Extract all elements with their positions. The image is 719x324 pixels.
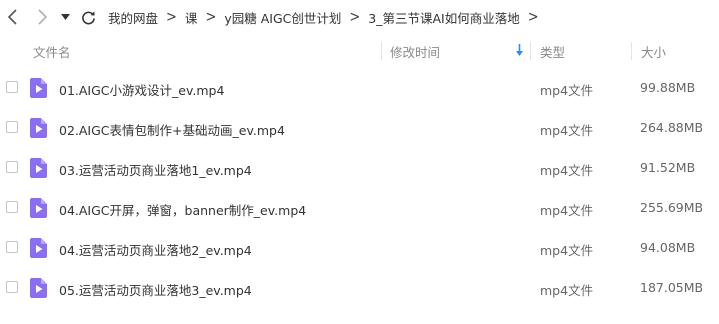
file-name[interactable]: 04.AIGC开屏，弹窗，banner制作_ev.mp4 [59,200,306,219]
file-name[interactable]: 03.运营活动页商业落地1_ev.mp4 [59,160,252,179]
row-checkbox[interactable] [6,281,18,293]
breadcrumb-separator-icon: > [205,8,217,26]
file-name[interactable]: 01.AIGC小游戏设计_ev.mp4 [59,80,224,99]
column-header-size[interactable]: 大小 [641,42,666,61]
column-divider[interactable] [381,42,382,60]
file-row[interactable]: 02.AIGC表情包制作+基础动画_ev.mp4 mp4文件 264.88MB [0,108,719,148]
column-header-name[interactable]: 文件名 [33,42,71,61]
file-row[interactable]: 01.AIGC小游戏设计_ev.mp4 mp4文件 99.88MB [0,68,719,108]
file-size: 255.69MB [640,200,704,215]
breadcrumb-separator-icon: > [527,8,539,26]
refresh-icon [81,10,95,24]
file-name[interactable]: 04.运营活动页商业落地2_ev.mp4 [59,240,252,259]
video-file-icon [30,278,47,298]
video-file-icon [30,78,47,98]
file-list: 01.AIGC小游戏设计_ev.mp4 mp4文件 99.88MB 02.AIG… [0,68,719,308]
breadcrumb-item-lesson-3[interactable]: 3_第三节课AI如何商业落地 [368,8,519,27]
file-type: mp4文件 [540,123,594,138]
video-file-icon [30,198,47,218]
row-checkbox[interactable] [6,81,18,93]
file-size: 264.88MB [640,120,704,135]
back-button[interactable] [3,7,23,27]
toolbar: 我的网盘 > 课 > y园糖 AIGC创世计划 > 3_第三节课AI如何商业落地… [0,0,719,34]
file-size: 187.05MB [640,280,704,295]
file-row[interactable]: 04.AIGC开屏，弹窗，banner制作_ev.mp4 mp4文件 255.6… [0,188,719,228]
file-size: 99.88MB [640,80,696,95]
breadcrumb: 我的网盘 > 课 > y园糖 AIGC创世计划 > 3_第三节课AI如何商业落地… [108,8,547,27]
file-list-header: 文件名 修改时间 类型 大小 [0,34,719,68]
refresh-button[interactable] [78,7,98,27]
file-type: mp4文件 [540,283,594,298]
file-row[interactable]: 05.运营活动页商业落地3_ev.mp4 mp4文件 187.05MB [0,268,719,308]
file-type: mp4文件 [540,163,594,178]
breadcrumb-item-aigc-plan[interactable]: y园糖 AIGC创世计划 [224,8,341,27]
video-file-icon [30,238,47,258]
chevron-left-icon [7,9,17,25]
chevron-right-icon [38,9,48,25]
forward-button[interactable] [32,7,52,27]
column-divider[interactable] [631,42,632,60]
sort-descending-icon[interactable] [515,44,524,56]
row-checkbox[interactable] [6,121,18,133]
file-name[interactable]: 02.AIGC表情包制作+基础动画_ev.mp4 [59,120,285,139]
column-header-modified[interactable]: 修改时间 [390,42,440,61]
breadcrumb-item-course[interactable]: 课 [185,8,198,27]
column-divider[interactable] [530,42,531,60]
file-type: mp4文件 [540,83,594,98]
file-row[interactable]: 03.运营活动页商业落地1_ev.mp4 mp4文件 91.52MB [0,148,719,188]
row-checkbox[interactable] [6,201,18,213]
video-file-icon [30,118,47,138]
file-size: 91.52MB [640,160,696,175]
video-file-icon [30,158,47,178]
breadcrumb-item-my-drive[interactable]: 我的网盘 [108,8,158,27]
file-name[interactable]: 05.运营活动页商业落地3_ev.mp4 [59,280,252,299]
breadcrumb-separator-icon: > [166,8,177,26]
file-type: mp4文件 [540,203,594,218]
file-type: mp4文件 [540,243,594,258]
breadcrumb-separator-icon: > [349,8,361,26]
row-checkbox[interactable] [6,161,18,173]
caret-down-icon [60,14,70,20]
row-checkbox[interactable] [6,241,18,253]
file-row[interactable]: 04.运营活动页商业落地2_ev.mp4 mp4文件 94.08MB [0,228,719,268]
file-size: 94.08MB [640,240,696,255]
history-dropdown-button[interactable] [58,7,72,27]
column-header-type[interactable]: 类型 [540,42,565,61]
